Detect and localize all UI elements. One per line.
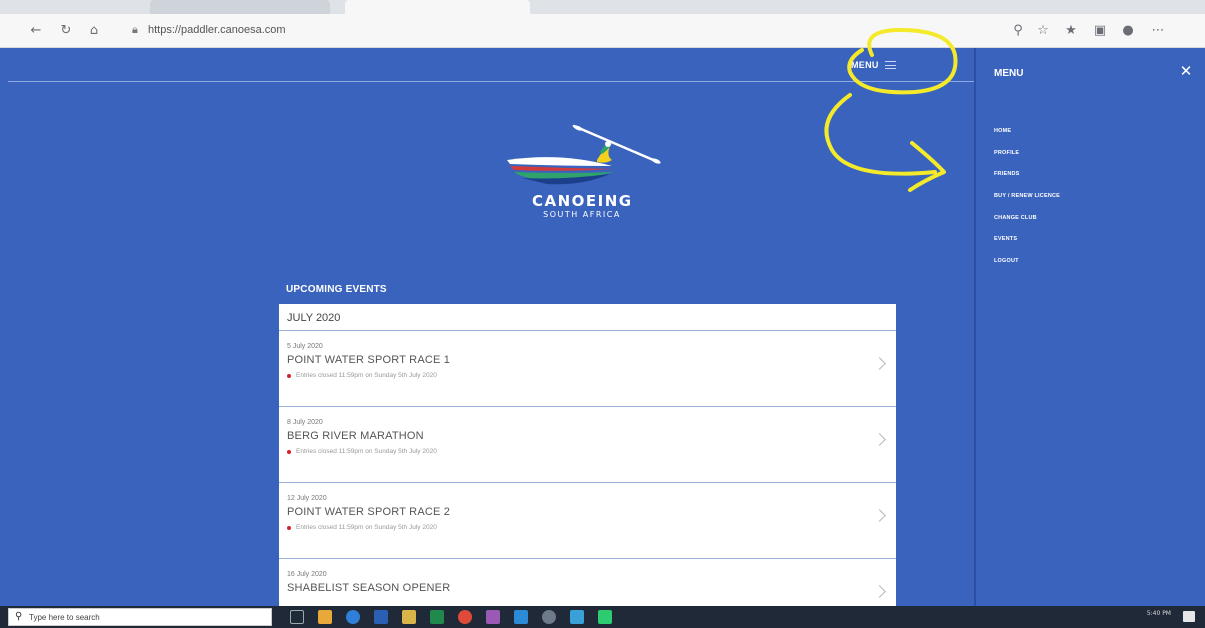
side-menu-item-change-club[interactable]: CHANGE CLUB (994, 215, 1060, 237)
event-status-text: Entries closed 11:59pm on Sunday 5th Jul… (296, 448, 437, 455)
upcoming-events-heading: UPCOMING EVENTS (286, 284, 387, 295)
notifications-icon[interactable] (1183, 611, 1195, 622)
browser-tabstrip (0, 0, 1205, 14)
event-row[interactable]: 8 July 2020 BERG RIVER MARATHON Entries … (279, 407, 896, 483)
green-app-icon[interactable] (598, 610, 612, 624)
mail-icon[interactable] (570, 610, 584, 624)
menu-button[interactable]: MENU (851, 60, 896, 70)
event-status-text: Entries closed 11:59pm on Sunday 5th Jul… (296, 372, 437, 379)
settings-app-icon[interactable] (542, 610, 556, 624)
word-icon[interactable] (374, 610, 388, 624)
zoom-icon[interactable]: ⚲ (1010, 23, 1026, 39)
browser-tab[interactable] (150, 0, 330, 14)
events-list: JULY 2020 5 July 2020 POINT WATER SPORT … (279, 304, 896, 606)
side-menu-item-profile[interactable]: PROFILE (994, 150, 1060, 172)
event-title: SHABELIST SEASON OPENER (287, 582, 451, 594)
month-header: JULY 2020 (279, 304, 896, 331)
side-menu-item-friends[interactable]: FRIENDS (994, 171, 1060, 193)
status-dot-icon (287, 373, 291, 378)
event-status: Entries closed 11:59pm on Sunday 5th Jul… (287, 372, 888, 379)
address-bar: ← ↻ ⌂ 🔒︎ https://paddler.canoesa.com ⚲ ☆… (0, 14, 1205, 48)
event-status-text: Entries closed 11:59pm on Sunday 5th Jul… (296, 524, 437, 531)
favorites-list-icon[interactable]: ★ (1063, 23, 1079, 39)
task-view-icon[interactable] (290, 610, 304, 624)
clock: 5:40 PM (1146, 610, 1171, 617)
taskbar-search[interactable]: ⚲ Type here to search (8, 608, 272, 626)
event-date: 12 July 2020 (287, 495, 327, 502)
page-content: MENU CANOEING SOUTH AFRICA UPCOMING EVEN… (8, 48, 974, 606)
event-status: Entries closed 11:59pm on Sunday 5th Jul… (287, 448, 888, 455)
excel-icon[interactable] (430, 610, 444, 624)
browser-tab-active[interactable] (345, 0, 530, 14)
side-menu-title: MENU (994, 68, 1024, 79)
side-menu-items: HOME PROFILE FRIENDS BUY / RENEW LICENCE… (994, 128, 1060, 280)
close-icon[interactable]: ✕ (1178, 63, 1194, 79)
side-menu-item-home[interactable]: HOME (994, 128, 1060, 150)
store-icon[interactable] (514, 610, 528, 624)
status-dot-icon (287, 525, 291, 530)
event-row[interactable]: 16 July 2020 SHABELIST SEASON OPENER (279, 559, 896, 606)
lock-icon: 🔒︎ (132, 23, 138, 36)
file-explorer-icon[interactable] (318, 610, 332, 624)
event-title: POINT WATER SPORT RACE 1 (287, 354, 451, 366)
logo-title: CANOEING (532, 192, 633, 210)
url-field[interactable]: https://paddler.canoesa.com (148, 24, 286, 36)
folder-icon[interactable] (402, 610, 416, 624)
home-icon[interactable]: ⌂ (86, 23, 102, 39)
header-divider (8, 81, 974, 82)
taskbar-search-placeholder: Type here to search (29, 613, 100, 622)
event-status: Entries closed 11:59pm on Sunday 5th Jul… (287, 524, 888, 531)
side-menu-item-logout[interactable]: LOGOUT (994, 258, 1060, 280)
back-icon[interactable]: ← (28, 23, 44, 39)
collections-icon[interactable]: ▣ (1092, 23, 1108, 39)
app-icon[interactable] (486, 610, 500, 624)
event-title: BERG RIVER MARATHON (287, 430, 424, 442)
refresh-icon[interactable]: ↻ (58, 23, 74, 39)
event-row[interactable]: 12 July 2020 POINT WATER SPORT RACE 2 En… (279, 483, 896, 559)
side-menu-item-licence[interactable]: BUY / RENEW LICENCE (994, 193, 1060, 215)
hamburger-icon (884, 61, 896, 69)
profile-icon[interactable]: ● (1120, 23, 1136, 39)
more-icon[interactable]: ⋯ (1150, 23, 1166, 39)
logo-subtitle: SOUTH AFRICA (543, 210, 621, 219)
search-icon: ⚲ (15, 611, 23, 622)
edge-icon[interactable] (346, 610, 360, 624)
event-title: POINT WATER SPORT RACE 2 (287, 506, 451, 518)
side-menu-item-events[interactable]: EVENTS (994, 236, 1060, 258)
side-menu: MENU ✕ HOME PROFILE FRIENDS BUY / RENEW … (974, 48, 1205, 606)
system-tray[interactable]: 5:40 PM (1147, 610, 1171, 617)
menu-label: MENU (851, 60, 879, 70)
event-date: 16 July 2020 (287, 571, 327, 578)
event-date: 8 July 2020 (287, 419, 323, 426)
status-dot-icon (287, 449, 291, 454)
favorite-icon[interactable]: ☆ (1035, 23, 1051, 39)
event-date: 5 July 2020 (287, 343, 323, 350)
event-row[interactable]: 5 July 2020 POINT WATER SPORT RACE 1 Ent… (279, 331, 896, 407)
chrome-icon[interactable] (458, 610, 472, 624)
windows-taskbar: ⚲ Type here to search 5:40 PM (0, 606, 1205, 628)
